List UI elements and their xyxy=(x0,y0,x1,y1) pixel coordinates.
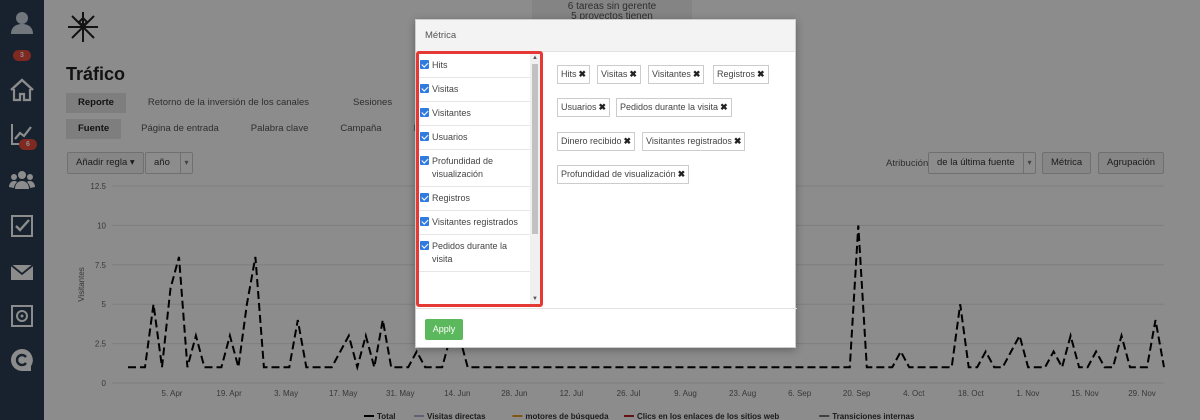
checkbox-checked-icon[interactable] xyxy=(420,241,429,250)
metric-option[interactable]: Profundidad de visualización xyxy=(419,150,531,187)
metric-chip-label: Registros xyxy=(717,69,756,79)
metric-chip: Visitantes ✖ xyxy=(648,65,705,84)
apply-button[interactable]: Apply xyxy=(425,319,463,340)
metric-option-label: Usuarios xyxy=(432,132,468,142)
metric-chip-label: Dinero recibido xyxy=(561,136,622,146)
close-icon[interactable]: ✖ xyxy=(678,169,686,179)
metric-chip-label: Visitantes registrados xyxy=(646,136,732,146)
close-icon[interactable]: ✖ xyxy=(693,69,701,79)
metric-dialog: Métrica Hits Visitas Visitantes Usuarios Pro… xyxy=(415,19,797,349)
metric-chip: Dinero recibido ✖ xyxy=(557,132,636,151)
checkbox-checked-icon[interactable] xyxy=(420,108,429,117)
checkbox-checked-icon[interactable] xyxy=(420,60,429,69)
metric-option[interactable]: Usuarios xyxy=(419,126,531,150)
dialog-footer: Apply xyxy=(416,308,797,349)
close-icon[interactable]: ✖ xyxy=(579,69,587,79)
metric-chip-label: Hits xyxy=(561,69,577,79)
close-icon[interactable]: ✖ xyxy=(757,69,765,79)
metric-chip: Registros ✖ xyxy=(713,65,769,84)
metric-option-label: Hits xyxy=(432,60,448,70)
metric-list: Hits Visitas Visitantes Usuarios Profundidad… xyxy=(419,54,531,272)
metric-option[interactable]: Visitantes registrados xyxy=(419,211,531,235)
close-icon[interactable]: ✖ xyxy=(624,136,632,146)
metric-chip-label: Usuarios xyxy=(561,102,597,112)
close-icon[interactable]: ✖ xyxy=(720,102,728,112)
metric-option[interactable]: Hits xyxy=(419,54,531,78)
metric-chip-label: Visitas xyxy=(601,69,628,79)
metric-list-highlight: Hits Visitas Visitantes Usuarios Profundidad… xyxy=(416,51,543,307)
checkbox-checked-icon[interactable] xyxy=(420,193,429,202)
metric-option-label: Pedidos durante la visita xyxy=(432,241,508,264)
scroll-up-icon[interactable]: ▲ xyxy=(530,54,540,63)
metric-option-label: Visitas xyxy=(432,84,459,94)
checkbox-checked-icon[interactable] xyxy=(420,84,429,93)
metric-chip: Usuarios ✖ xyxy=(557,98,611,117)
metric-chip-label: Profundidad de visualización xyxy=(561,169,676,179)
scroll-down-icon[interactable]: ▼ xyxy=(530,295,540,304)
close-icon[interactable]: ✖ xyxy=(599,102,607,112)
scroll-thumb[interactable] xyxy=(532,64,538,234)
metric-chip: Pedidos durante la visita ✖ xyxy=(616,98,732,117)
metric-option-label: Visitantes registrados xyxy=(432,217,518,227)
metric-option-label: Registros xyxy=(432,193,471,203)
metric-chip: Hits ✖ xyxy=(557,65,591,84)
close-icon[interactable]: ✖ xyxy=(734,136,742,146)
metric-option[interactable]: Registros xyxy=(419,187,531,211)
metric-chip-label: Visitantes xyxy=(652,69,691,79)
checkbox-checked-icon[interactable] xyxy=(420,156,429,165)
checkbox-checked-icon[interactable] xyxy=(420,217,429,226)
metric-option-label: Visitantes xyxy=(432,108,471,118)
metric-chip-label: Pedidos durante la visita xyxy=(620,102,719,112)
checkbox-checked-icon[interactable] xyxy=(420,132,429,141)
metric-chip: Profundidad de visualización ✖ xyxy=(557,165,690,184)
metric-option[interactable]: Visitas xyxy=(419,78,531,102)
metric-option[interactable]: Pedidos durante la visita xyxy=(419,235,531,272)
dialog-title: Métrica xyxy=(416,20,795,52)
close-icon[interactable]: ✖ xyxy=(629,69,637,79)
metric-chip: Visitas ✖ xyxy=(597,65,641,84)
metric-list-scrollbar[interactable]: ▲ ▼ xyxy=(530,54,540,304)
metric-option[interactable]: Visitantes xyxy=(419,102,531,126)
metric-chip: Visitantes registrados ✖ xyxy=(642,132,746,151)
metric-option-label: Profundidad de visualización xyxy=(432,156,494,179)
